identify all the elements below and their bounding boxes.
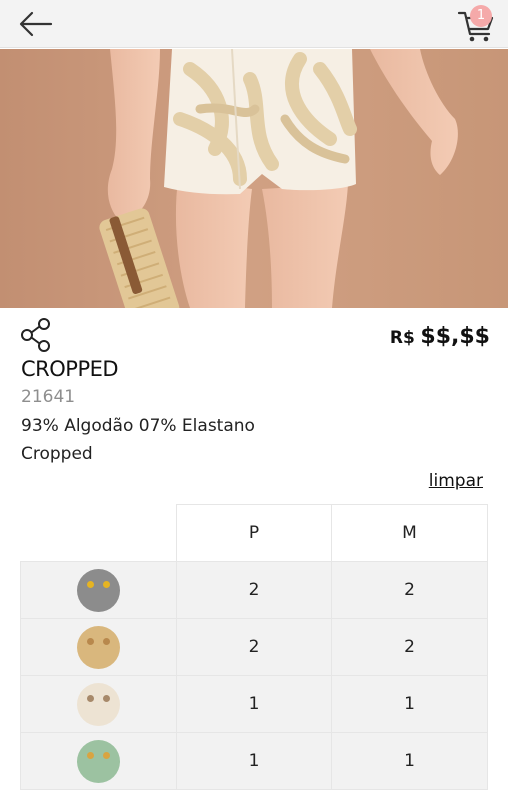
clear-selection-link[interactable]: limpar <box>429 471 483 491</box>
share-icon <box>21 318 50 352</box>
color-cell <box>20 561 177 619</box>
size-color-grid: P M 22221111 <box>20 504 488 790</box>
size-header-m: M <box>331 504 488 562</box>
button-detail <box>87 694 94 702</box>
product-code: 21641 <box>21 387 76 407</box>
grid-row: 22 <box>20 561 488 619</box>
price-value: $$,$$ <box>420 324 490 349</box>
grid-row: 11 <box>20 675 488 733</box>
color-cell <box>20 732 177 790</box>
color-swatch[interactable] <box>77 682 120 726</box>
product-photo <box>0 49 508 308</box>
grid-row: 22 <box>20 618 488 676</box>
product-price: R$ $$,$$ <box>390 324 490 349</box>
grid-row: 11 <box>20 732 488 790</box>
color-cell <box>20 618 177 676</box>
share-button[interactable] <box>20 318 52 352</box>
color-swatch[interactable] <box>77 739 120 783</box>
carousel-indicators <box>0 307 508 308</box>
quantity-cell[interactable]: 1 <box>331 675 488 733</box>
quantity-cell[interactable]: 1 <box>331 732 488 790</box>
quantity-cell[interactable]: 2 <box>176 618 332 676</box>
quantity-cell[interactable]: 2 <box>331 561 488 619</box>
price-currency: R$ <box>389 328 415 348</box>
product-image-carousel[interactable] <box>0 49 508 308</box>
quantity-cell[interactable]: 1 <box>176 732 332 790</box>
cart-button[interactable]: 1 <box>456 4 496 44</box>
product-composition: 93% Algodão 07% Elastano <box>21 416 255 436</box>
quantity-cell[interactable]: 2 <box>176 561 332 619</box>
button-detail <box>103 751 110 759</box>
button-detail <box>87 751 94 759</box>
color-swatch[interactable] <box>77 568 120 612</box>
product-title: CROPPED <box>21 357 119 381</box>
quantity-cell[interactable]: 2 <box>331 618 488 676</box>
button-detail <box>87 580 94 588</box>
cart-count-badge: 1 <box>470 5 492 27</box>
product-category: Cropped <box>21 444 93 464</box>
button-detail <box>103 580 110 588</box>
button-detail <box>103 637 110 645</box>
button-detail <box>103 694 110 702</box>
size-header-row: P M <box>20 504 488 562</box>
top-bar: 1 <box>0 0 508 48</box>
grid-corner-cell <box>20 504 177 562</box>
back-button[interactable] <box>18 8 54 40</box>
size-header-p: P <box>176 504 332 562</box>
color-cell <box>20 675 177 733</box>
button-detail <box>87 637 94 645</box>
quantity-cell[interactable]: 1 <box>176 675 332 733</box>
arrow-left-icon <box>19 11 53 37</box>
color-swatch[interactable] <box>77 625 120 669</box>
